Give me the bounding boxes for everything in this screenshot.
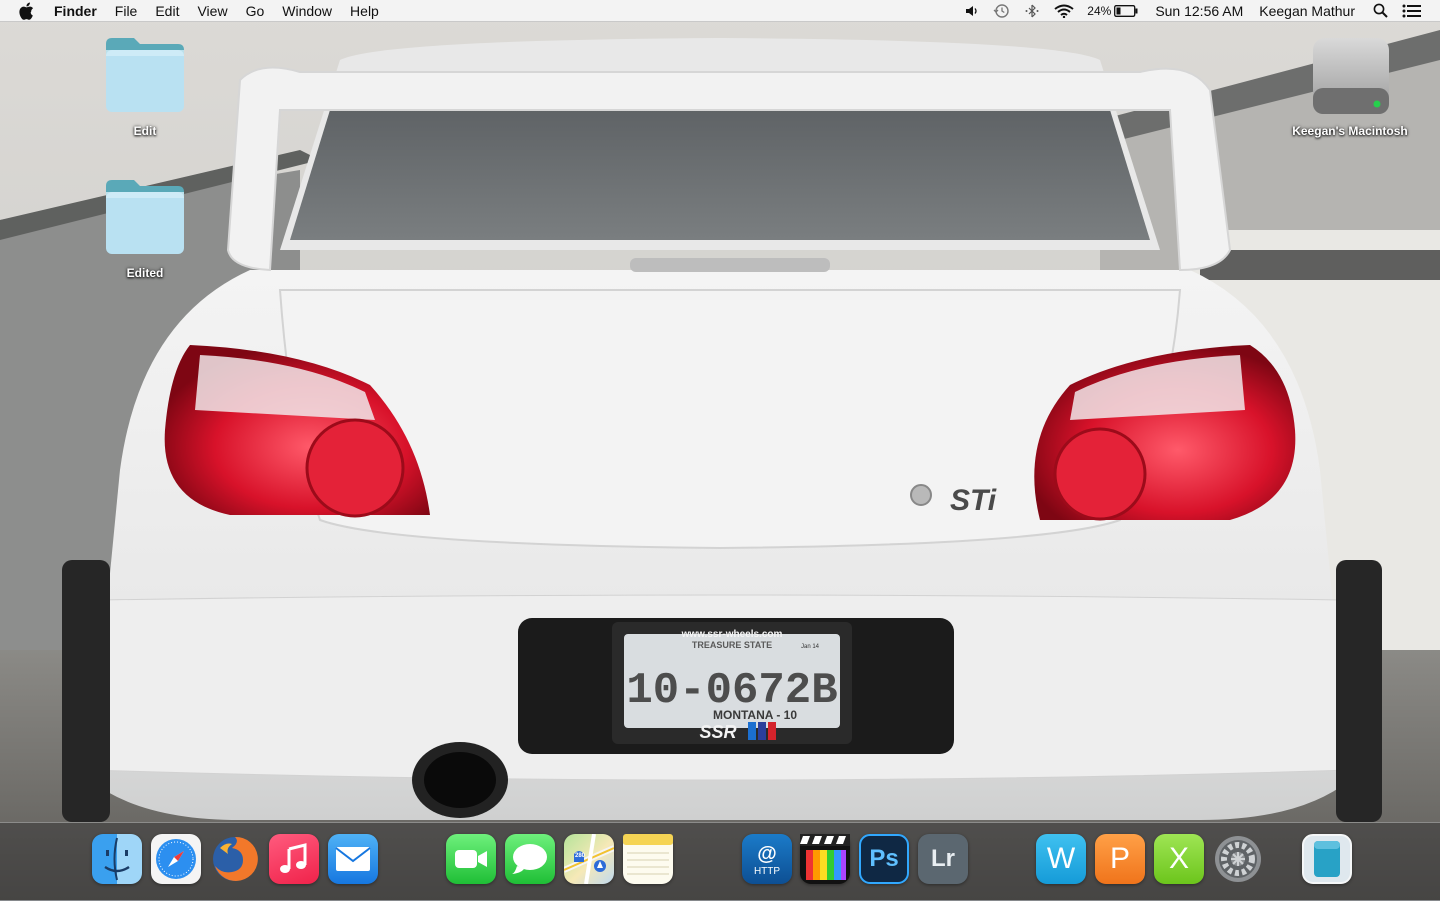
dock-http-client[interactable]: @ HTTP	[742, 834, 792, 884]
http-client-icon: @	[757, 843, 777, 864]
lightroom-icon: Lr	[931, 845, 955, 872]
desktop-wallpaper: STi www.ssr-wheels.com TREASURE STATE Ja…	[0, 0, 1440, 900]
desktop-icon-label: Edited	[126, 266, 164, 280]
excel-icon: X	[1168, 842, 1189, 875]
photoshop-icon: Ps	[869, 845, 899, 872]
maps-icon	[564, 834, 614, 884]
safari-icon	[156, 839, 196, 879]
time-machine-icon[interactable]	[993, 0, 1010, 22]
menu-bar: Finder File Edit View Go Window Help 24%…	[0, 0, 1440, 22]
menu-edit[interactable]: Edit	[146, 0, 188, 22]
menu-user-name[interactable]: Keegan Mathur	[1259, 0, 1355, 22]
desktop-hard-drive[interactable]: Keegan's Macintosh	[1288, 34, 1412, 140]
system-preferences-icon	[1215, 836, 1261, 882]
desktop-folder-edit[interactable]: Edit	[85, 34, 205, 140]
bluetooth-icon[interactable]	[1024, 0, 1040, 22]
dock: 280 @ HTTP Ps Lr W P X	[0, 822, 1440, 901]
spotlight-search-icon[interactable]	[1373, 0, 1388, 22]
dock-itunes[interactable]	[269, 834, 319, 884]
menu-go[interactable]: Go	[237, 0, 274, 22]
hard-drive-icon	[1309, 34, 1391, 116]
plate-frame-brand: SSR	[699, 722, 736, 742]
menu-clock[interactable]: Sun 12:56 AM	[1155, 0, 1243, 22]
notes-icon	[623, 834, 673, 875]
dock-powerpoint[interactable]: P	[1095, 834, 1145, 884]
notification-center-icon[interactable]	[1402, 0, 1422, 22]
dock-photoshop[interactable]: Ps	[859, 834, 909, 884]
dock-messages[interactable]	[505, 834, 555, 884]
plate-bottom-text: MONTANA - 10	[713, 708, 797, 722]
folder-icon	[104, 34, 186, 116]
apple-menu-icon[interactable]	[18, 0, 38, 22]
firefox-icon	[213, 836, 258, 881]
powerpoint-icon: P	[1109, 842, 1130, 875]
facetime-icon	[455, 850, 487, 868]
itunes-icon	[280, 843, 307, 873]
dock-downloads-stack[interactable]	[1302, 834, 1352, 884]
menu-app-finder[interactable]: Finder	[52, 0, 106, 22]
desktop-folder-edited[interactable]: Edited	[85, 176, 205, 282]
dock-word[interactable]: W	[1036, 834, 1086, 884]
mail-icon	[335, 847, 371, 871]
plate-state-line: TREASURE STATE	[692, 640, 772, 650]
menu-help[interactable]: Help	[341, 0, 388, 22]
downloads-stack-icon	[1314, 841, 1340, 877]
plate-sticker: Jan 14	[801, 644, 820, 650]
dock-system-preferences[interactable]	[1213, 834, 1263, 884]
dock-firefox[interactable]	[210, 834, 260, 884]
dock-finder[interactable]	[92, 834, 142, 884]
dock-excel[interactable]: X	[1154, 834, 1204, 884]
battery-icon[interactable]	[1114, 0, 1138, 22]
finder-icon	[104, 837, 130, 881]
menu-window[interactable]: Window	[273, 0, 341, 22]
wifi-icon[interactable]	[1054, 0, 1074, 22]
desktop-icon-label: Keegan's Macintosh	[1292, 124, 1408, 138]
desktop-icon-label: Edit	[133, 124, 157, 138]
dock-lightroom[interactable]: Lr	[918, 834, 968, 884]
dock-mail[interactable]	[328, 834, 378, 884]
sti-badge: STi	[950, 484, 997, 517]
http-label: HTTP	[753, 865, 781, 877]
dock-facetime[interactable]	[446, 834, 496, 884]
messages-icon	[512, 844, 547, 874]
volume-icon[interactable]	[965, 0, 979, 22]
plate-frame-url: www.ssr-wheels.com	[681, 629, 783, 640]
menu-view[interactable]: View	[188, 0, 236, 22]
dock-final-cut-pro[interactable]	[800, 834, 850, 884]
menu-file[interactable]: File	[106, 0, 147, 22]
dock-maps[interactable]: 280	[564, 834, 614, 884]
final-cut-icon	[800, 834, 850, 880]
folder-icon	[104, 176, 186, 258]
dock-safari[interactable]	[151, 834, 201, 884]
word-icon: W	[1046, 842, 1076, 875]
battery-percent: 24%	[1087, 3, 1112, 18]
dock-notes[interactable]	[623, 834, 673, 884]
svg-text:@: @	[757, 843, 777, 864]
